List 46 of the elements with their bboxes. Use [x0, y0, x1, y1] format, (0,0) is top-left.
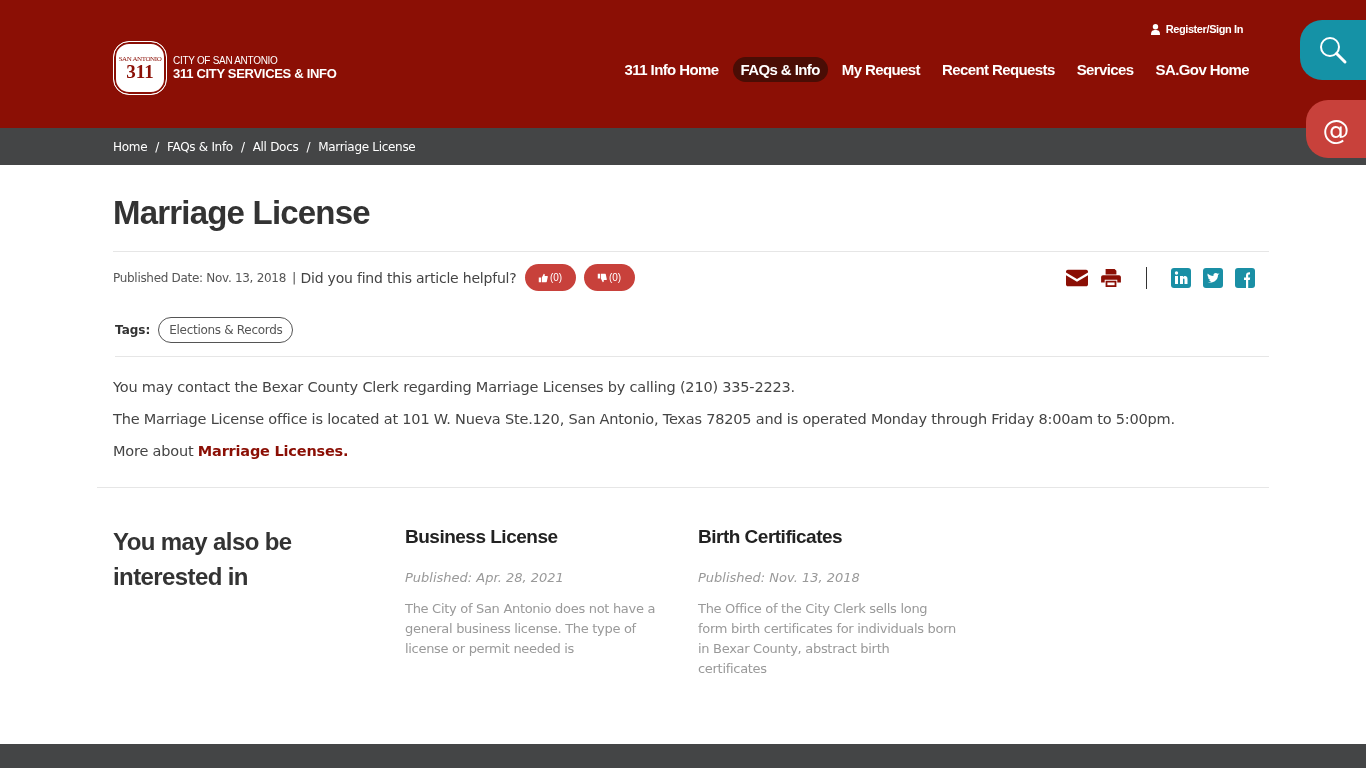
email-button[interactable]: @	[1306, 100, 1366, 158]
breadcrumb-separator: /	[240, 139, 245, 154]
divider-bar	[1146, 266, 1147, 289]
body-text: You may contact the Bexar County Clerk regarding Marriage Licenses by calling (210) 335-2223.	[113, 378, 796, 397]
breadcrumb-link[interactable]: Home	[113, 139, 148, 154]
user-icon	[1150, 23, 1160, 35]
email-icon[interactable]	[1066, 268, 1088, 287]
related-heading: You may also be interested in	[113, 527, 293, 592]
register-link[interactable]: Register/Sign In	[1150, 23, 1243, 35]
helpful-question: Did you find this article helpful?	[300, 269, 517, 286]
nav-link[interactable]: My Request	[833, 57, 928, 82]
nav-link[interactable]: Recent Requests	[933, 57, 1063, 82]
linkedin-icon[interactable]	[1171, 267, 1191, 288]
page-title: Marriage License	[113, 193, 371, 233]
search-button[interactable]	[1300, 20, 1366, 80]
related-title-link[interactable]: Birth Certificates	[698, 526, 958, 548]
nav-link[interactable]: FAQs & Info	[732, 57, 828, 82]
body-text: The Marriage License office is located at 101 W. Nueva Ste.120, San Antonio, Texas 78205 and is operated Monday through Friday 8:00am to 5:00pm.	[113, 410, 1176, 429]
search-icon	[1318, 35, 1348, 65]
breadcrumb-link[interactable]: All Docs	[252, 139, 299, 154]
marriage-licenses-link[interactable]: Marriage Licenses.	[197, 443, 349, 459]
related-title-link[interactable]: Business License	[405, 526, 665, 548]
breadcrumb-link[interactable]: FAQs & Info	[167, 139, 233, 154]
summary-text: The City of San Antonio does not have a general business license. The type of license or permit needed is	[405, 600, 657, 658]
nav-link[interactable]: 311 Info Home	[616, 57, 727, 82]
nav-link[interactable]: SA.Gov Home	[1147, 57, 1257, 82]
published-date: Published: Nov. 13, 2018	[698, 570, 861, 585]
published-date: Published: Apr. 28, 2021	[405, 570, 565, 585]
print-icon[interactable]	[1100, 268, 1122, 287]
facebook-icon[interactable]	[1235, 267, 1255, 288]
breadcrumb-separator: /	[155, 139, 159, 154]
tags-label: Tags:	[115, 323, 151, 337]
published-date: Published Date: Nov. 13, 2018	[113, 270, 286, 285]
thumbs-up-icon	[537, 272, 548, 283]
summary-text: The Office of the City Clerk sells long form birth certificates for individuals born in Bexar County, abstract birth certificates	[698, 600, 957, 678]
breadcrumb-link[interactable]: Marriage License	[318, 139, 416, 154]
more-about-text: More about	[113, 443, 194, 459]
helpful-yes-button[interactable]: (0)	[524, 264, 576, 291]
thumbs-down-icon	[596, 272, 607, 283]
separator: |	[292, 270, 297, 285]
breadcrumb-separator: /	[306, 139, 311, 154]
twitter-bird-icon[interactable]	[1203, 267, 1223, 288]
nav-link[interactable]: Services	[1068, 57, 1142, 82]
helpful-no-button[interactable]: (0)	[583, 264, 635, 291]
logo-title[interactable]: 311 CITY SERVICES & INFO	[173, 66, 337, 81]
logo-subtitle: CITY OF SAN ANTONIO	[173, 55, 279, 66]
